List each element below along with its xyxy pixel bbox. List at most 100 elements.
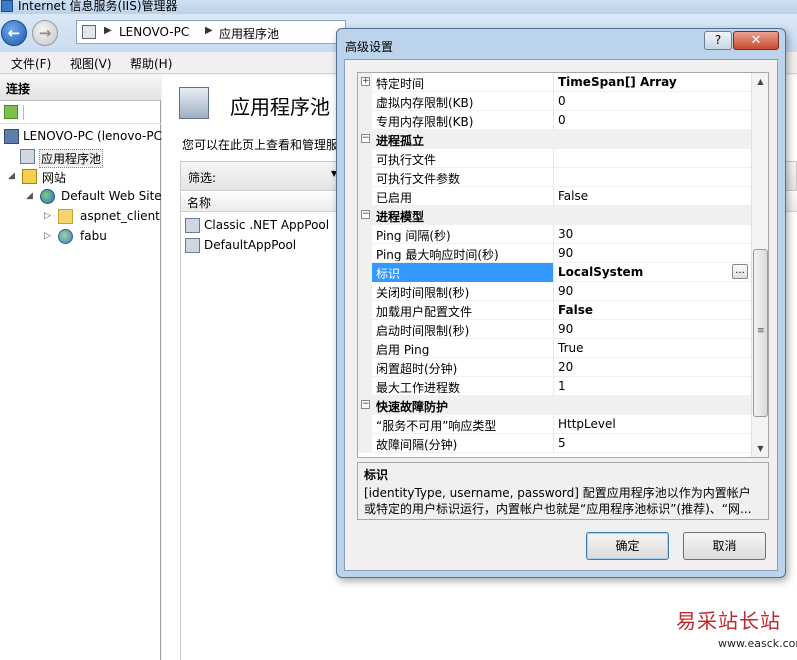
collapse-icon[interactable]: −	[361, 400, 370, 409]
property-row[interactable]: 已启用 False	[358, 187, 751, 206]
property-row[interactable]: 加载用户配置文件 False	[358, 301, 751, 320]
cancel-button[interactable]: 取消	[683, 532, 766, 560]
property-row[interactable]: 可执行文件	[358, 149, 751, 168]
breadcrumb-server[interactable]: LENOVO-PC	[119, 25, 189, 39]
property-value[interactable]: False	[558, 189, 588, 203]
list-item[interactable]: Classic .NET AppPool	[185, 216, 329, 236]
collapse-icon[interactable]: −	[361, 210, 370, 219]
address-box[interactable]: ▶ LENOVO-PC ▶ 应用程序池	[76, 20, 346, 44]
tree-item-fabu[interactable]: ▷ fabu	[44, 227, 161, 247]
scroll-down-icon[interactable]: ▼	[753, 441, 768, 456]
property-value[interactable]: 90	[558, 246, 573, 260]
close-button[interactable]: ✕	[733, 31, 779, 50]
property-row[interactable]: + 特定时间 TimeSpan[] Array	[358, 73, 751, 92]
property-name: 可执行文件	[376, 153, 437, 166]
page-title: 应用程序池	[230, 95, 330, 119]
property-row[interactable]: 最大工作进程数 1	[358, 377, 751, 396]
property-category[interactable]: − 进程模型	[358, 206, 751, 225]
property-row[interactable]: 可执行文件参数	[358, 168, 751, 187]
breadcrumb-app-pools[interactable]: 应用程序池	[219, 25, 279, 42]
property-margin	[358, 263, 372, 282]
collapse-icon[interactable]: ◢	[8, 171, 15, 181]
expand-icon[interactable]: +	[361, 77, 370, 86]
column-divider	[553, 301, 554, 320]
property-row[interactable]: 故障间隔(分钟) 5	[358, 434, 751, 453]
property-scrollbar[interactable]: ▲ ≡ ▼	[751, 73, 768, 457]
back-arrow-icon[interactable]: ←	[1, 20, 27, 46]
property-value[interactable]: True	[558, 341, 584, 355]
property-value[interactable]: TimeSpan[] Array	[558, 75, 677, 89]
property-name: Ping 最大响应时间(秒)	[376, 248, 499, 261]
property-name: 虚拟内存限制(KB)	[376, 96, 474, 109]
property-row[interactable]: “服务不可用”响应类型 HttpLevel	[358, 415, 751, 434]
globe-icon	[40, 189, 55, 204]
description-text: [identityType, username, password] 配置应用程…	[364, 486, 752, 516]
property-row[interactable]: 虚拟内存限制(KB) 0	[358, 92, 751, 111]
property-value[interactable]: 30	[558, 227, 573, 241]
ellipsis-button[interactable]: ...	[732, 264, 748, 279]
iis-app-icon	[1, 0, 13, 12]
expand-icon[interactable]: ▷	[44, 211, 51, 221]
scroll-thumb[interactable]: ≡	[753, 249, 768, 417]
property-margin	[358, 377, 372, 396]
property-value[interactable]: 90	[558, 284, 573, 298]
column-divider	[553, 149, 554, 168]
property-margin	[358, 282, 372, 301]
property-row[interactable]: 启动时间限制(秒) 90	[358, 320, 751, 339]
property-name: “服务不可用”响应类型	[376, 419, 497, 432]
add-connection-icon[interactable]	[4, 105, 18, 119]
property-row[interactable]: 专用内存限制(KB) 0	[358, 111, 751, 130]
property-value[interactable]: LocalSystem	[558, 265, 643, 279]
category-name: 进程孤立	[376, 134, 425, 148]
property-row[interactable]: Ping 最大响应时间(秒) 90	[358, 244, 751, 263]
collapse-icon[interactable]: ◢	[26, 191, 33, 201]
property-name: 关闭时间限制(秒)	[376, 286, 470, 299]
tree-item-app-pools[interactable]: 应用程序池	[20, 147, 161, 168]
forward-arrow-icon[interactable]: →	[32, 20, 58, 46]
property-row[interactable]: Ping 间隔(秒) 30	[358, 225, 751, 244]
tree-item-label: aspnet_client	[80, 209, 160, 223]
menu-file[interactable]: 文件(F)	[11, 55, 51, 72]
property-value[interactable]: 20	[558, 360, 573, 374]
tree-item-aspnet-client[interactable]: ▷ aspnet_client	[44, 207, 161, 227]
expand-icon[interactable]: ▷	[44, 231, 51, 241]
tree-item-server[interactable]: LENOVO-PC (lenovo-PC	[4, 127, 162, 147]
column-divider	[553, 187, 554, 206]
property-row[interactable]: 启用 Ping True	[358, 339, 751, 358]
property-row[interactable]: 关闭时间限制(秒) 90	[358, 282, 751, 301]
connections-toolbar	[0, 102, 161, 124]
tree-item-default-web-site[interactable]: ◢ Default Web Site	[26, 187, 162, 207]
column-divider	[553, 339, 554, 358]
list-item[interactable]: DefaultAppPool	[185, 236, 325, 256]
filter-input[interactable]	[219, 166, 339, 186]
property-margin	[358, 92, 372, 111]
help-button[interactable]: ?	[704, 31, 732, 50]
web-app-icon	[58, 229, 73, 244]
connections-panel: 连接 LENOVO-PC (lenovo-PC 应用程序池 ◢ 网站 ◢ Def…	[0, 75, 162, 660]
scroll-up-icon[interactable]: ▲	[753, 74, 768, 89]
property-name: 加载用户配置文件	[376, 305, 473, 318]
menu-view[interactable]: 视图(V)	[70, 55, 112, 72]
property-row[interactable]: 标识 LocalSystem...	[358, 263, 751, 282]
property-category[interactable]: − 快速故障防护	[358, 396, 751, 415]
watermark-url: www.easck.com	[718, 637, 797, 650]
property-value[interactable]: 0	[558, 94, 566, 108]
property-margin	[358, 301, 372, 320]
property-margin	[358, 434, 372, 453]
property-value[interactable]: 5	[558, 436, 566, 450]
property-row[interactable]: 闲置超时(分钟) 20	[358, 358, 751, 377]
collapse-icon[interactable]: −	[361, 134, 370, 143]
property-value[interactable]: HttpLevel	[558, 417, 616, 431]
property-category[interactable]: − 进程孤立	[358, 130, 751, 149]
property-value[interactable]: 0	[558, 113, 566, 127]
dialog-body: + 特定时间 TimeSpan[] Array 虚拟内存限制(KB) 0 专用内存限制(K…	[344, 59, 778, 571]
menu-help[interactable]: 帮助(H)	[130, 55, 172, 72]
property-value[interactable]: 1	[558, 379, 566, 393]
app-pool-header-icon	[179, 87, 209, 119]
app-pool-icon	[185, 218, 200, 233]
property-value[interactable]: False	[558, 303, 593, 317]
watermark: 易采站长站 www.easck.com	[660, 598, 797, 660]
ok-button[interactable]: 确定	[586, 532, 669, 560]
property-value[interactable]: 90	[558, 322, 573, 336]
tree-item-sites[interactable]: ◢ 网站	[8, 167, 161, 187]
